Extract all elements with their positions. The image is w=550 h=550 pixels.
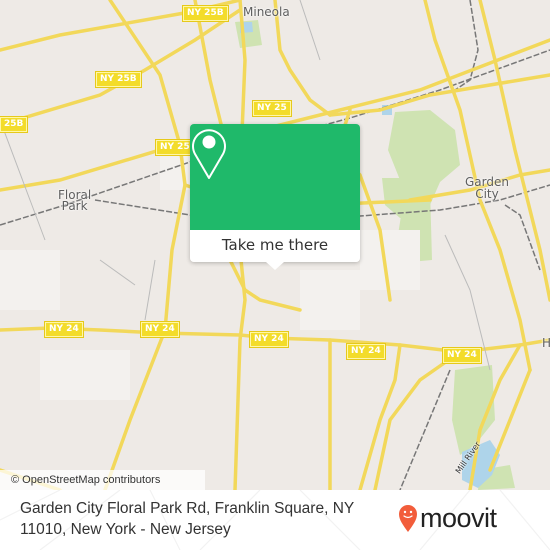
popup-pointer [266,262,284,270]
place-label-floral-park: Floral Park [58,188,92,213]
road-shield-ny25: NY 25 [252,100,292,117]
road-shield-ny25b: 25B [0,116,29,133]
place-label-garden-city: Garden City [465,175,509,201]
road-shield-ny24: NY 24 [44,321,84,338]
road-shield-ny25: NY 25 [155,139,195,156]
map-attribution[interactable]: © OpenStreetMap contributors [0,470,205,490]
road-shield-ny25b: NY 25B [95,71,142,88]
road-shield-ny24: NY 24 [249,331,289,348]
road-shield-ny24: NY 24 [140,321,180,338]
map-canvas[interactable]: Mineola Floral Park Garden City H NY 25B… [0,0,550,490]
place-label-partial: H [542,336,550,350]
address-text: Garden City Floral Park Rd, Franklin Squ… [20,500,354,538]
moovit-pin-icon [399,505,417,532]
location-popup: Take me there [190,124,360,270]
location-pin-icon [192,129,226,179]
take-me-there-button[interactable]: Take me there [190,230,360,262]
popup-header [190,124,360,230]
moovit-wordmark: moovit [420,503,497,533]
moovit-logo[interactable]: moovit [398,501,497,535]
road-shield-ny25b: NY 25B [182,5,229,22]
road-shield-ny24: NY 24 [346,343,386,360]
road-shield-ny24: NY 24 [442,347,482,364]
footer: Garden City Floral Park Rd, Franklin Squ… [0,490,550,550]
place-label-mineola: Mineola [243,5,290,19]
